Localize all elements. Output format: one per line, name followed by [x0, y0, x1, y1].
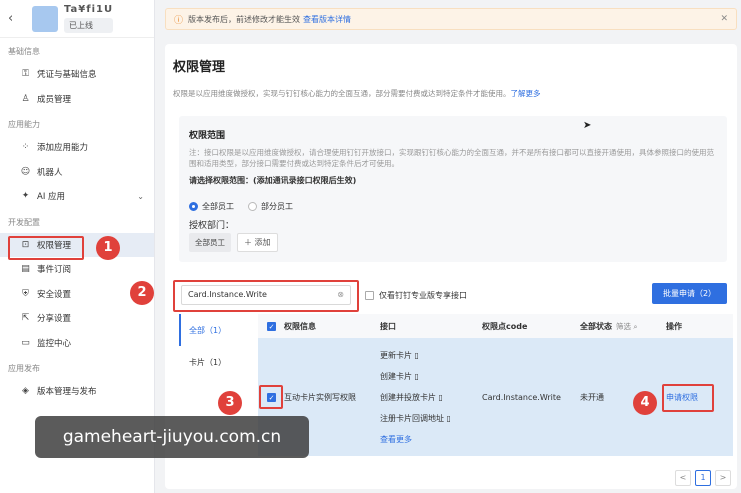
- app-status-badge: 已上线: [64, 18, 114, 33]
- close-icon[interactable]: ✕: [720, 14, 728, 24]
- prev-page-button[interactable]: <: [675, 470, 691, 486]
- header-code: 权限点code: [482, 321, 528, 331]
- select-all-checkbox[interactable]: ✓: [267, 321, 276, 331]
- header-api: 接口: [380, 321, 396, 331]
- permission-table: ✓ 权限信息 接口 权限点code 全部状态 筛选 ⌕ 操作 ✓ 互动卡片实例写权…: [258, 314, 733, 456]
- header-status: 全部状态: [580, 321, 612, 331]
- batch-apply-button[interactable]: 批量申请（2）: [652, 283, 727, 304]
- status-filter[interactable]: 筛选 ⌕: [616, 321, 638, 332]
- key-icon: ⚿: [22, 69, 29, 80]
- view-more-link[interactable]: 查看更多: [380, 434, 482, 445]
- ai-icon: ✦: [21, 191, 30, 202]
- scope-panel: 权限范围 注：接口权限是以应用维度做授权，请合理使用钉钉开放接口，实现跟钉钉核心…: [179, 116, 727, 262]
- sidebar-item-add-capability[interactable]: ⁘ 添加应用能力: [0, 135, 154, 160]
- table-header: ✓ 权限信息 接口 权限点code 全部状态 筛选 ⌕ 操作: [258, 314, 733, 338]
- person-icon: ♙: [21, 93, 30, 104]
- row-api-list: 更新卡片 ▯ 创建卡片 ▯ 创建并投放卡片 ▯ 注册卡片回调地址 ▯ 查看更多: [380, 338, 482, 456]
- table-toolbar: Card.Instance.Write ⊗ 仅看钉钉专业版专享接口 批量申请（2）: [165, 280, 737, 312]
- radio-part-staff[interactable]: [248, 202, 257, 211]
- api-item[interactable]: 创建卡片 ▯: [380, 371, 482, 382]
- api-item[interactable]: 创建并投放卡片 ▯: [380, 392, 482, 403]
- mouse-cursor-icon: ➤: [583, 120, 592, 131]
- scope-note: 注：接口权限是以应用维度做授权，请合理使用钉钉开放接口，实现跟钉钉核心能力的全面…: [189, 148, 714, 168]
- grid-icon: ⁘: [21, 142, 30, 153]
- sidebar-item-ai-app[interactable]: ✦ AI 应用 ⌄: [0, 184, 154, 209]
- sidebar-item-members[interactable]: ♙ 成员管理: [0, 87, 154, 112]
- doc-icon: ▯: [414, 371, 419, 381]
- add-dept-button[interactable]: ＋ 添加: [237, 233, 278, 252]
- doc-icon: ▯: [446, 413, 451, 423]
- shield-icon: ⛨: [22, 288, 29, 299]
- row-code: Card.Instance.Write: [482, 392, 561, 402]
- event-icon: ▤: [21, 264, 30, 275]
- sidebar-header: ‹ Ta¥fi1U 已上线: [0, 0, 154, 38]
- checkbox[interactable]: [365, 291, 374, 300]
- annotation-marker: 2: [130, 281, 154, 305]
- highlight-box-nav: [8, 236, 84, 260]
- pagination: < 1 >: [675, 470, 731, 486]
- notice-bar: ⓘ 版本发布后，前述修改才能生效 查看版本详情 ✕: [165, 8, 737, 30]
- monitor-icon: ▭: [21, 337, 30, 348]
- sidebar-item-robot[interactable]: ☺ 机器人: [0, 160, 154, 185]
- doc-icon: ▯: [438, 392, 443, 402]
- scope-title: 权限范围: [189, 131, 226, 141]
- api-item[interactable]: 注册卡片回调地址 ▯: [380, 413, 482, 424]
- back-arrow-icon[interactable]: ‹: [8, 11, 22, 26]
- annotation-marker: 1: [96, 236, 120, 260]
- next-page-button[interactable]: >: [715, 470, 731, 486]
- radio-all-staff[interactable]: [189, 202, 198, 211]
- highlight-box-apply: [662, 384, 714, 412]
- doc-icon: ▯: [414, 350, 419, 360]
- annotation-marker: 3: [218, 391, 242, 415]
- sidebar-item-version[interactable]: ◈ 版本管理与发布: [0, 379, 154, 404]
- dept-chip: 全部员工: [189, 233, 231, 252]
- table-row: ✓ 互动卡片实例写权限 更新卡片 ▯ 创建卡片 ▯ 创建并投放卡片 ▯ 注册卡片…: [258, 338, 733, 456]
- app-logo: [32, 5, 58, 32]
- highlight-box-checkbox: [259, 385, 283, 409]
- notice-text: 版本发布后，前述修改才能生效: [188, 14, 301, 24]
- only-pro-checkbox[interactable]: 仅看钉钉专业版专享接口: [365, 290, 467, 301]
- app-name: Ta¥fi1U: [64, 4, 114, 15]
- robot-icon: ☺: [20, 166, 31, 177]
- category-filters: 全部（1） 卡片（1）: [179, 314, 259, 378]
- api-item[interactable]: 更新卡片 ▯: [380, 350, 482, 361]
- page-button[interactable]: 1: [695, 470, 711, 486]
- header-op: 操作: [666, 321, 682, 331]
- sidebar-item-credentials[interactable]: ⚿ 凭证与基础信息: [0, 62, 154, 87]
- filter-all[interactable]: 全部（1）: [179, 314, 259, 346]
- sidebar-section-title: 开发配置: [8, 217, 40, 227]
- page-description: 权限是以应用维度做授权，实现与钉钉核心能力的全面互通，部分需要付费或达到特定条件…: [173, 89, 541, 98]
- chevron-down-icon: ⌄: [137, 191, 144, 201]
- sidebar-section-title: 基础信息: [8, 47, 40, 56]
- sidebar-item-events[interactable]: ▤ 事件订阅: [0, 257, 154, 282]
- warning-icon: ⓘ: [174, 15, 184, 26]
- sidebar-section-title: 应用发布: [8, 364, 40, 373]
- sidebar-section-title: 应用能力: [8, 120, 40, 129]
- page-title: 权限管理: [173, 60, 226, 75]
- header-info: 权限信息: [284, 321, 316, 331]
- dept-label: 授权部门：: [189, 221, 235, 231]
- filter-card[interactable]: 卡片（1）: [179, 346, 259, 378]
- share-icon: ⇱: [21, 313, 30, 324]
- watermark: gameheart-jiuyou.com.cn: [35, 416, 309, 458]
- highlight-box-search: [173, 280, 359, 312]
- annotation-marker: 4: [633, 391, 657, 415]
- scope-radio-group: 全部员工 部分员工: [189, 201, 307, 212]
- notice-link[interactable]: 查看版本详情: [303, 14, 351, 25]
- sidebar-item-share[interactable]: ⇱ 分享设置: [0, 306, 154, 331]
- learn-more-link[interactable]: 了解更多: [511, 89, 541, 98]
- version-icon: ◈: [22, 386, 29, 397]
- scope-pick-label: 请选择权限范围：(添加通讯录接口权限后生效): [189, 176, 357, 185]
- search-icon: ⌕: [633, 321, 638, 331]
- sidebar-item-monitor[interactable]: ▭ 监控中心: [0, 331, 154, 356]
